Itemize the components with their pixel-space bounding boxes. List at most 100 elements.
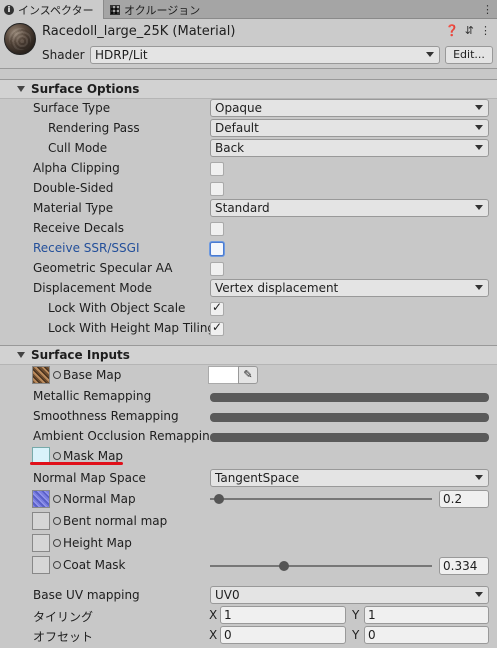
header-icons: ❓ ⇵ ⋮ [445,24,491,37]
height-map-label: Height Map [63,536,132,550]
grid-icon [110,4,120,15]
cull-mode-label: Cull Mode [48,141,108,155]
displacement-mode-dropdown[interactable]: Vertex displacement [210,279,489,297]
metallic-remapping-slider[interactable] [210,393,489,402]
normal-map-space-dropdown[interactable]: TangentSpace [210,469,489,487]
normal-map-space-label: Normal Map Space [33,471,146,485]
base-uv-mapping-value: UV0 [215,588,240,602]
normal-map-strength-field[interactable]: 0.2 [439,490,489,508]
lock-height-tiling-checkbox[interactable] [210,320,224,336]
normal-map-texture-slot[interactable] [32,490,50,508]
ao-remapping-slider[interactable] [210,433,489,442]
base-map-texture-slot[interactable] [32,366,50,384]
tab-inspector[interactable]: i インスペクター [0,0,104,19]
preset-icon[interactable]: ⇵ [465,24,474,37]
object-picker-icon[interactable] [53,371,61,379]
shader-value: HDRP/Lit [95,48,148,62]
cull-mode-dropdown[interactable]: Back [210,139,489,157]
object-picker-icon[interactable] [53,561,61,569]
base-map-label: Base Map [63,368,122,382]
base-uv-mapping-label: Base UV mapping [33,588,140,602]
offset-y-label: Y [352,628,360,642]
surface-inputs-title: Surface Inputs [31,348,130,362]
coat-mask-field[interactable]: 0.334 [439,557,489,575]
metallic-remapping-label: Metallic Remapping [33,389,152,403]
help-icon[interactable]: ❓ [445,24,459,37]
chevron-down-icon [475,105,483,110]
surface-options-header[interactable]: Surface Options [0,79,497,99]
cull-mode-value: Back [215,141,245,155]
coat-mask-label: Coat Mask [63,558,126,572]
displacement-mode-value: Vertex displacement [215,281,339,295]
foldout-triangle-icon [17,86,25,92]
tiling-label: タイリング [33,610,94,624]
object-picker-icon[interactable] [53,452,61,460]
offset-x-field[interactable]: 0 [220,626,346,644]
chevron-down-icon [475,125,483,130]
tiling-x-label: X [209,608,218,622]
coat-mask-texture-slot[interactable] [32,556,50,574]
material-type-dropdown[interactable]: Standard [210,199,489,217]
object-picker-icon[interactable] [53,495,61,503]
chevron-down-icon [475,592,483,597]
surface-options-title: Surface Options [31,82,140,96]
shader-dropdown[interactable]: HDRP/Lit [90,46,440,64]
eyedropper-icon[interactable]: ✎ [238,366,258,384]
surface-type-label: Surface Type [33,101,111,115]
material-type-value: Standard [215,201,270,215]
lock-height-tiling-label: Lock With Height Map Tiling [48,321,210,335]
offset-x-label: X [209,628,218,642]
receive-decals-checkbox[interactable] [210,222,224,236]
geometric-specular-checkbox[interactable] [210,262,224,276]
normal-map-label: Normal Map [63,492,136,506]
alpha-clipping-label: Alpha Clipping [33,161,120,175]
object-picker-icon[interactable] [53,517,61,525]
lock-object-scale-checkbox[interactable] [210,300,224,316]
tab-occlusion-label: オクルージョン [124,3,201,17]
menu-icon[interactable]: ⋮ [480,24,491,37]
chevron-down-icon [426,52,434,57]
ao-remapping-label: Ambient Occlusion Remapping [33,429,209,443]
tab-occlusion[interactable]: オクルージョン [106,0,216,19]
coat-mask-slider-thumb[interactable] [279,561,290,571]
smoothness-remapping-label: Smoothness Remapping [33,409,179,423]
edit-shader-button[interactable]: Edit... [445,46,493,64]
base-uv-mapping-dropdown[interactable]: UV0 [210,586,489,604]
tab-inspector-label: インスペクター [18,3,94,17]
receive-ssr-checkbox[interactable] [210,242,224,256]
normal-map-slider-thumb[interactable] [214,494,225,504]
smoothness-remapping-slider[interactable] [210,413,489,422]
surface-type-dropdown[interactable]: Opaque [210,99,489,117]
tiling-y-field[interactable]: 1 [364,606,489,624]
double-sided-checkbox[interactable] [210,182,224,196]
tiling-x-field[interactable]: 1 [220,606,346,624]
tab-menu-icon[interactable]: ⋮ [482,3,493,16]
coat-mask-slider-track[interactable] [210,565,432,567]
tab-bar: i インスペクター オクルージョン ⋮ [0,0,497,19]
surface-inputs-header[interactable]: Surface Inputs [0,345,497,365]
chevron-down-icon [475,475,483,480]
rendering-pass-value: Default [215,121,259,135]
object-picker-icon[interactable] [53,539,61,547]
rendering-pass-label: Rendering Pass [48,121,140,135]
shader-label: Shader [42,48,85,62]
normal-map-slider-track[interactable] [210,498,432,500]
material-type-label: Material Type [33,201,114,215]
displacement-mode-label: Displacement Mode [33,281,153,295]
red-underline-annotation [30,462,123,465]
geometric-specular-label: Geometric Specular AA [33,261,173,275]
mask-map-label: Mask Map [63,449,124,463]
bent-normal-map-texture-slot[interactable] [32,512,50,530]
base-color-swatch[interactable] [208,366,240,384]
material-title: Racedoll_large_25K (Material) [42,24,236,39]
alpha-clipping-checkbox[interactable] [210,162,224,176]
offset-y-field[interactable]: 0 [364,626,489,644]
chevron-down-icon [475,285,483,290]
material-header: Racedoll_large_25K (Material) ❓ ⇵ ⋮ Shad… [0,19,497,69]
offset-label: オフセット [33,630,94,644]
tiling-y-label: Y [352,608,360,622]
foldout-triangle-icon [17,352,25,358]
height-map-texture-slot[interactable] [32,534,50,552]
surface-type-value: Opaque [215,101,263,115]
rendering-pass-dropdown[interactable]: Default [210,119,489,137]
